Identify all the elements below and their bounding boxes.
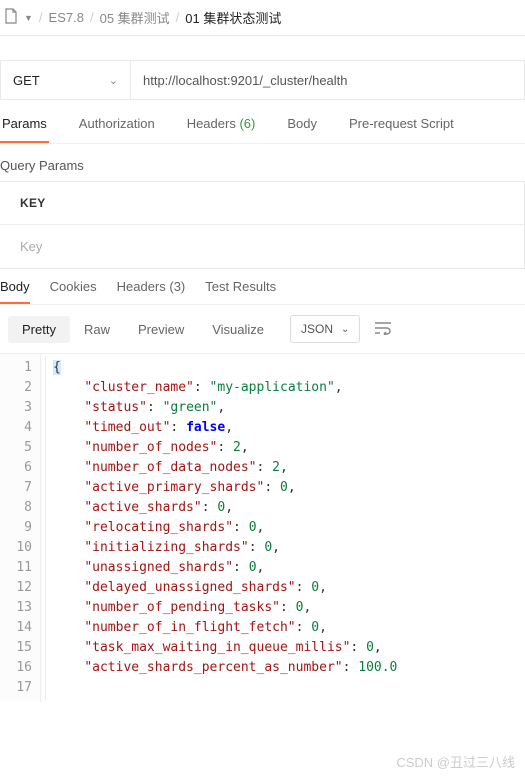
breadcrumb-item[interactable]: ES7.8 xyxy=(49,10,84,25)
response-code: 1234567891011121314151617 { "cluster_nam… xyxy=(0,354,525,702)
method-select[interactable]: GET ⌄ xyxy=(1,61,131,99)
tab-headers[interactable]: Headers (6) xyxy=(185,116,258,143)
format-toolbar: Pretty Raw Preview Visualize JSON ⌄ xyxy=(0,305,525,354)
key-column-header: KEY xyxy=(0,182,524,225)
breadcrumb-item[interactable]: 05 集群测试 xyxy=(100,8,170,27)
breadcrumb-separator: / xyxy=(90,10,94,25)
code-body[interactable]: { "cluster_name": "my-application", "sta… xyxy=(40,354,525,702)
tab-response-headers-count: (3) xyxy=(169,279,185,294)
watermark: CSDN @丑过三八线 xyxy=(396,752,515,771)
tab-test-results[interactable]: Test Results xyxy=(205,279,276,304)
request-tabs: Params Authorization Headers (6) Body Pr… xyxy=(0,100,525,144)
dropdown-caret-icon[interactable]: ▼ xyxy=(24,13,33,23)
query-params-label: Query Params xyxy=(0,144,525,181)
tab-params[interactable]: Params xyxy=(0,116,49,143)
chevron-down-icon: ⌄ xyxy=(341,324,349,335)
tab-headers-count: (6) xyxy=(239,116,255,131)
format-select-label: JSON xyxy=(301,322,333,336)
response-tabs: Body Cookies Headers (3) Test Results xyxy=(0,269,525,305)
tab-response-headers[interactable]: Headers (3) xyxy=(117,279,186,304)
tab-authorization[interactable]: Authorization xyxy=(77,116,157,143)
chevron-down-icon: ⌄ xyxy=(109,74,118,87)
breadcrumb-separator: / xyxy=(39,10,43,25)
breadcrumb-separator: / xyxy=(176,10,180,25)
tab-body[interactable]: Body xyxy=(285,116,319,143)
tab-cookies[interactable]: Cookies xyxy=(50,279,97,304)
tab-response-headers-label: Headers xyxy=(117,279,166,294)
key-input-row[interactable]: Key xyxy=(0,225,524,268)
file-icon xyxy=(4,8,18,27)
wrap-lines-icon[interactable] xyxy=(374,321,392,338)
pretty-button[interactable]: Pretty xyxy=(8,316,70,343)
breadcrumb-item-current: 01 集群状态测试 xyxy=(185,8,281,27)
tab-prerequest-script[interactable]: Pre-request Script xyxy=(347,116,456,143)
line-gutter: 1234567891011121314151617 xyxy=(0,354,40,702)
tab-response-body[interactable]: Body xyxy=(0,279,30,304)
format-select[interactable]: JSON ⌄ xyxy=(290,315,360,343)
raw-button[interactable]: Raw xyxy=(70,316,124,343)
request-row: GET ⌄ http://localhost:9201/_cluster/hea… xyxy=(0,60,525,100)
method-label: GET xyxy=(13,73,40,88)
tab-headers-label: Headers xyxy=(187,116,236,131)
visualize-button[interactable]: Visualize xyxy=(198,316,278,343)
url-input[interactable]: http://localhost:9201/_cluster/health xyxy=(131,73,524,88)
query-params-table: KEY Key xyxy=(0,181,525,269)
preview-button[interactable]: Preview xyxy=(124,316,198,343)
breadcrumb: ▼ / ES7.8 / 05 集群测试 / 01 集群状态测试 xyxy=(0,0,525,36)
